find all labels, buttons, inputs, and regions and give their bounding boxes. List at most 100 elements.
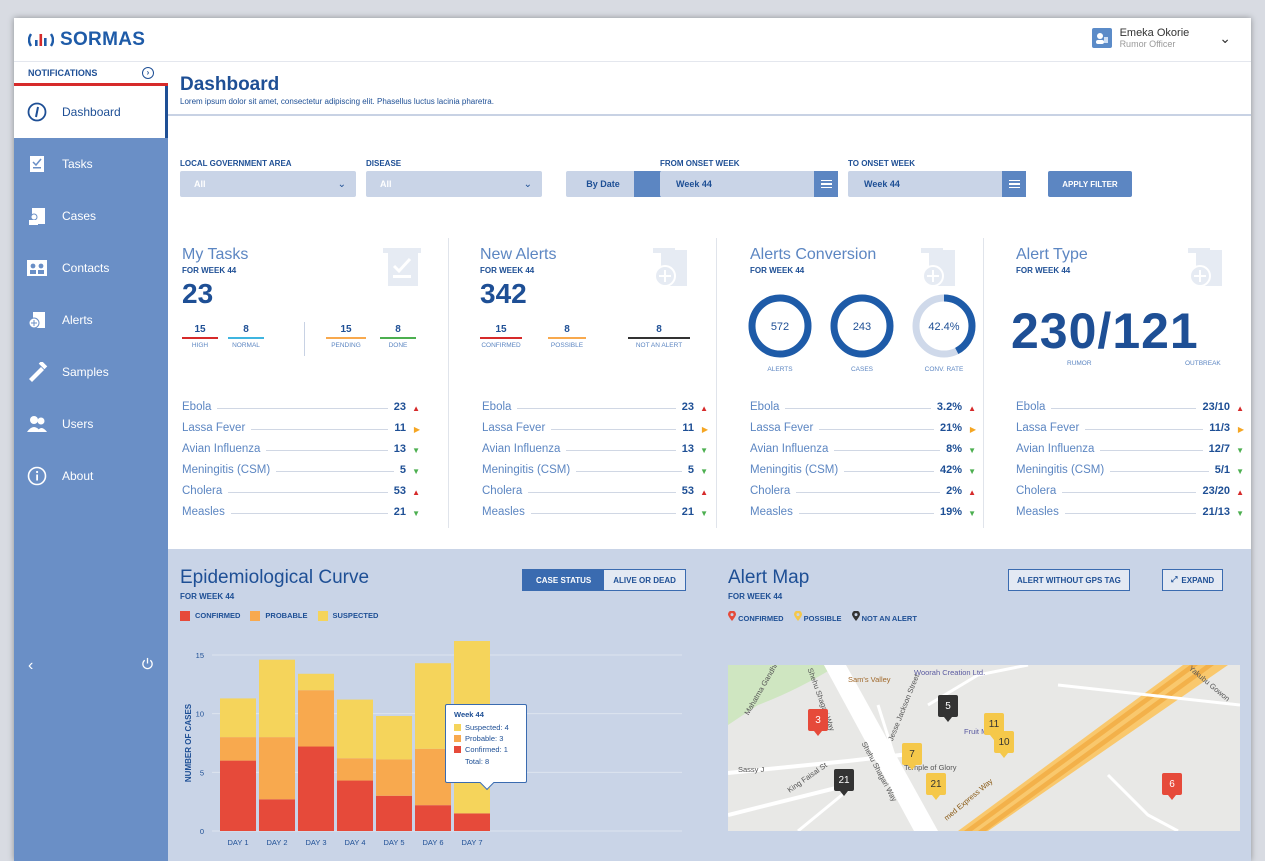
disease-row[interactable]: Avian Influenza 13 ▼ [182,434,420,455]
sidebar-item-alerts[interactable]: Alerts [14,294,168,346]
map-marker-confirmed[interactable]: 6 [1162,773,1182,800]
disease-row[interactable]: Ebola 23 ▲ [182,392,420,413]
bar-confirmed[interactable] [259,799,295,831]
sidebar-item-tasks[interactable]: Tasks [14,138,168,190]
alert-without-gps-button[interactable]: ALERT WITHOUT GPS TAG [1008,569,1130,591]
by-date-switch[interactable] [634,171,662,197]
leader-line [796,492,941,493]
ring-alerts: 572 [748,294,812,358]
leader-line [566,450,676,451]
bar-suspected[interactable] [337,699,373,759]
bar-suspected[interactable] [376,716,412,760]
disease-row[interactable]: Meningitis (CSM) 5 ▼ [182,455,420,476]
button-label: EXPAND [1181,575,1215,585]
user-role: Rumor Officer [1119,39,1176,49]
map-marker-possible[interactable]: 7 [902,743,922,770]
disease-row[interactable]: Avian Influenza 13 ▼ [482,434,708,455]
bar-suspected[interactable] [220,698,256,738]
sidebar-item-samples[interactable]: Samples [14,346,168,398]
tasks-high: 15 HIGH [182,324,218,349]
alerts-icon [921,248,955,287]
expand-button[interactable]: ⤢ EXPAND [1162,569,1224,591]
x-tick-label: DAY 2 [267,838,288,847]
chevron-right-circle-icon[interactable]: › [142,66,154,79]
bar-confirmed[interactable] [337,780,373,831]
by-date-toggle[interactable]: By Date [566,171,662,197]
app-logo[interactable]: SORMAS [28,29,145,51]
disease-label: DISEASE [366,159,402,168]
chevron-down-icon[interactable]: ⌄ [1219,30,1231,47]
disease-row[interactable]: Avian Influenza 12/7 ▼ [1016,434,1244,455]
apply-filter-button[interactable]: APPLY FILTER [1048,171,1132,197]
map-marker-confirmed[interactable]: 3 [808,709,828,736]
disease-row[interactable]: Cholera 53 ▲ [182,476,420,497]
sidebar-item-users[interactable]: Users [14,398,168,450]
bar-confirmed[interactable] [376,795,412,831]
disease-value: 42% [939,464,962,476]
alerts-icon [26,309,48,331]
bar-confirmed[interactable] [220,760,256,831]
disease-row[interactable]: Meningitis (CSM) 5 ▼ [482,455,708,476]
disease-row[interactable]: Cholera 53 ▲ [482,476,708,497]
lga-select[interactable]: All ⌄ [180,171,356,197]
disease-select[interactable]: All ⌄ [366,171,542,197]
disease-row[interactable]: Meningitis (CSM) 5/1 ▼ [1016,455,1244,476]
notifications-header[interactable]: NOTIFICATIONS › [14,62,168,86]
leader-line [1110,471,1209,472]
disease-row[interactable]: Measles 21 ▼ [182,497,420,518]
alert-map[interactable]: Woorah Creation Ltd. Sam's Valley Fruit … [728,665,1240,831]
disease-row[interactable]: Meningitis (CSM) 42% ▼ [750,455,976,476]
x-tick-label: DAY 1 [228,838,249,847]
disease-row[interactable]: Ebola 23 ▲ [482,392,708,413]
disease-name: Lassa Fever [182,422,246,434]
tab-alive-or-dead[interactable]: ALIVE OR DEAD [604,570,685,590]
disease-row[interactable]: Ebola 23/10 ▲ [1016,392,1244,413]
sidebar-item-contacts[interactable]: Contacts [14,242,168,294]
disease-name: Meningitis (CSM) [482,464,571,476]
bar-confirmed[interactable] [454,813,490,831]
disease-row[interactable]: Measles 21 ▼ [482,497,708,518]
sidebar-item-about[interactable]: About [14,450,168,502]
bar-suspected[interactable] [259,659,295,738]
bar-probable[interactable] [298,690,334,747]
disease-value: 53 [393,485,406,497]
sidebar-item-cases[interactable]: Cases [14,190,168,242]
case-status-toggle[interactable]: CASE STATUS ALIVE OR DEAD [522,569,686,591]
user-menu[interactable]: Emeka Okorie Rumor Officer ⌄ [1091,27,1231,49]
map-marker-possible[interactable]: 21 [926,773,946,800]
bar-confirmed[interactable] [298,746,334,831]
to-week-select[interactable]: Week 44 [848,171,1026,197]
menu-icon[interactable] [1002,171,1026,197]
map-marker-not[interactable]: 21 [834,769,854,796]
disease-row[interactable]: Lassa Fever 11 ▶ [482,413,708,434]
bar-probable[interactable] [337,758,373,781]
bar-confirmed[interactable] [415,805,451,831]
bar-probable[interactable] [376,759,412,796]
menu-icon[interactable] [814,171,838,197]
disease-row[interactable]: Measles 21/13 ▼ [1016,497,1244,518]
outbreak-label: OUTBREAK [1185,360,1221,367]
bar-probable[interactable] [220,737,256,761]
sub-bar [480,337,522,339]
bar-probable[interactable] [259,737,295,800]
disease-row[interactable]: Measles 19% ▼ [750,497,976,518]
disease-row[interactable]: Cholera 2% ▲ [750,476,976,497]
map-label-woorah: Woorah Creation Ltd. [914,668,986,677]
collapse-chevron-left-icon[interactable]: ‹ [28,657,33,675]
map-marker-possible[interactable]: 10 [994,731,1014,758]
leader-line [217,408,388,409]
bar-suspected[interactable] [298,673,334,691]
disease-row[interactable]: Lassa Fever 11/3 ▶ [1016,413,1244,434]
disease-row[interactable]: Cholera 23/20 ▲ [1016,476,1244,497]
disease-row[interactable]: Avian Influenza 8% ▼ [750,434,976,455]
disease-row[interactable]: Lassa Fever 11 ▶ [182,413,420,434]
power-icon[interactable] [141,657,154,675]
map-marker-not[interactable]: 5 [938,695,958,722]
disease-row[interactable]: Ebola 3.2% ▲ [750,392,976,413]
tab-case-status[interactable]: CASE STATUS [523,570,605,590]
disease-name: Cholera [182,485,223,497]
disease-row[interactable]: Lassa Fever 21% ▶ [750,413,976,434]
sidebar-item-dashboard[interactable]: Dashboard [14,86,168,138]
leader-line [528,492,676,493]
from-week-select[interactable]: Week 44 [660,171,838,197]
